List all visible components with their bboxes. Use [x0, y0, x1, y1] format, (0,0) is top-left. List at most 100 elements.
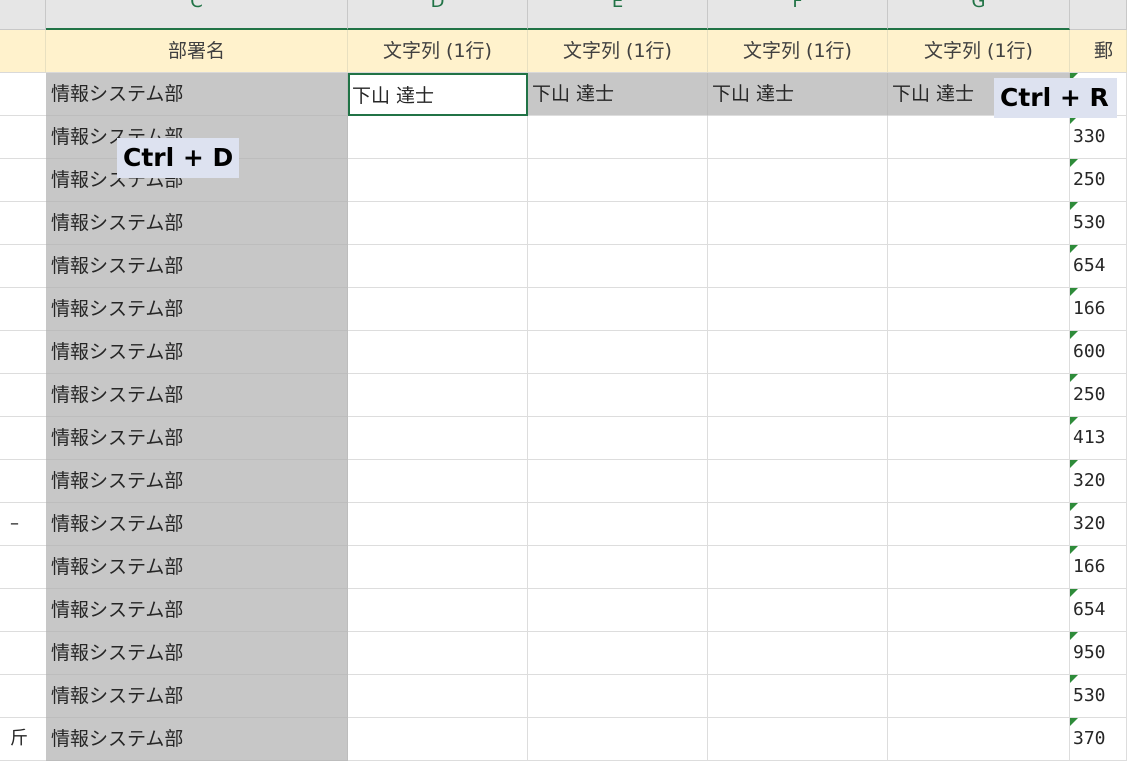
empty-cell-e[interactable]	[528, 331, 708, 374]
empty-cell-d[interactable]	[348, 116, 528, 159]
empty-cell-g[interactable]	[888, 417, 1070, 460]
dept-cell[interactable]: 情報システム部	[46, 245, 348, 288]
header-cell-d[interactable]: 文字列 (1行)	[348, 30, 528, 73]
empty-cell-g[interactable]	[888, 546, 1070, 589]
empty-cell-e[interactable]	[528, 589, 708, 632]
dept-cell[interactable]: 情報システム部	[46, 374, 348, 417]
empty-cell-f[interactable]	[708, 632, 888, 675]
column-header-e[interactable]: E	[528, 0, 708, 30]
empty-cell-e[interactable]	[528, 417, 708, 460]
empty-cell-e[interactable]	[528, 718, 708, 761]
empty-cell-e[interactable]	[528, 374, 708, 417]
dept-cell[interactable]: 情報システム部	[46, 288, 348, 331]
column-header-h[interactable]	[1070, 0, 1127, 30]
postal-cell[interactable]: 250	[1070, 374, 1127, 417]
empty-cell-g[interactable]	[888, 159, 1070, 202]
postal-cell[interactable]: 654	[1070, 245, 1127, 288]
dept-cell[interactable]: 情報システム部	[46, 589, 348, 632]
empty-cell-f[interactable]	[708, 589, 888, 632]
empty-cell-f[interactable]	[708, 202, 888, 245]
postal-cell[interactable]: 166	[1070, 288, 1127, 331]
empty-cell-g[interactable]	[888, 202, 1070, 245]
postal-cell[interactable]: 530	[1070, 202, 1127, 245]
empty-cell-g[interactable]	[888, 288, 1070, 331]
empty-cell-e[interactable]	[528, 546, 708, 589]
postal-cell[interactable]: 320	[1070, 503, 1127, 546]
postal-cell[interactable]: 320	[1070, 460, 1127, 503]
header-cell-e[interactable]: 文字列 (1行)	[528, 30, 708, 73]
dept-cell[interactable]: 情報システム部	[46, 460, 348, 503]
empty-cell-g[interactable]	[888, 116, 1070, 159]
empty-cell-f[interactable]	[708, 718, 888, 761]
empty-cell-f[interactable]	[708, 417, 888, 460]
empty-cell-d[interactable]	[348, 202, 528, 245]
empty-cell-f[interactable]	[708, 675, 888, 718]
corner-select-all[interactable]	[0, 0, 46, 30]
dept-cell[interactable]: 情報システム部	[46, 331, 348, 374]
empty-cell-d[interactable]	[348, 675, 528, 718]
header-cell-f[interactable]: 文字列 (1行)	[708, 30, 888, 73]
empty-cell-f[interactable]	[708, 331, 888, 374]
empty-cell-d[interactable]	[348, 245, 528, 288]
dept-cell[interactable]: 情報システム部	[46, 546, 348, 589]
dept-cell[interactable]: 情報システム部	[46, 632, 348, 675]
empty-cell-d[interactable]	[348, 374, 528, 417]
empty-cell-d[interactable]	[348, 417, 528, 460]
empty-cell-f[interactable]	[708, 503, 888, 546]
filled-cell-e[interactable]: 下山 達士	[528, 73, 708, 116]
dept-cell[interactable]: 情報システム部	[46, 718, 348, 761]
empty-cell-d[interactable]	[348, 546, 528, 589]
empty-cell-f[interactable]	[708, 460, 888, 503]
empty-cell-e[interactable]	[528, 503, 708, 546]
empty-cell-e[interactable]	[528, 245, 708, 288]
empty-cell-d[interactable]	[348, 288, 528, 331]
empty-cell-g[interactable]	[888, 632, 1070, 675]
postal-cell[interactable]: 330	[1070, 116, 1127, 159]
header-cell-dept[interactable]: 部署名	[46, 30, 348, 73]
empty-cell-e[interactable]	[528, 202, 708, 245]
postal-cell[interactable]: 654	[1070, 589, 1127, 632]
empty-cell-e[interactable]	[528, 460, 708, 503]
column-header-c[interactable]: C	[46, 0, 348, 30]
column-header-d[interactable]: D	[348, 0, 528, 30]
filled-cell-f[interactable]: 下山 達士	[708, 73, 888, 116]
empty-cell-f[interactable]	[708, 159, 888, 202]
empty-cell-f[interactable]	[708, 288, 888, 331]
empty-cell-e[interactable]	[528, 288, 708, 331]
empty-cell-g[interactable]	[888, 331, 1070, 374]
postal-cell[interactable]: 530	[1070, 675, 1127, 718]
empty-cell-d[interactable]	[348, 718, 528, 761]
empty-cell-f[interactable]	[708, 374, 888, 417]
postal-cell[interactable]: 413	[1070, 417, 1127, 460]
empty-cell-e[interactable]	[528, 632, 708, 675]
postal-cell[interactable]: 370	[1070, 718, 1127, 761]
column-header-g[interactable]: G	[888, 0, 1070, 30]
active-cell-d[interactable]: 下山 達士	[348, 73, 528, 116]
empty-cell-e[interactable]	[528, 159, 708, 202]
dept-cell[interactable]: 情報システム部	[46, 73, 348, 116]
postal-cell[interactable]: 166	[1070, 546, 1127, 589]
dept-cell[interactable]: 情報システム部	[46, 675, 348, 718]
postal-cell[interactable]: 600	[1070, 331, 1127, 374]
dept-cell[interactable]: 情報システム部	[46, 202, 348, 245]
empty-cell-f[interactable]	[708, 245, 888, 288]
empty-cell-g[interactable]	[888, 245, 1070, 288]
dept-cell[interactable]: 情報システム部	[46, 417, 348, 460]
empty-cell-g[interactable]	[888, 718, 1070, 761]
column-header-f[interactable]: F	[708, 0, 888, 30]
empty-cell-d[interactable]	[348, 589, 528, 632]
header-cell-g[interactable]: 文字列 (1行)	[888, 30, 1070, 73]
empty-cell-g[interactable]	[888, 374, 1070, 417]
empty-cell-f[interactable]	[708, 116, 888, 159]
empty-cell-e[interactable]	[528, 116, 708, 159]
empty-cell-g[interactable]	[888, 460, 1070, 503]
dept-cell[interactable]: 情報システム部	[46, 503, 348, 546]
empty-cell-d[interactable]	[348, 460, 528, 503]
empty-cell-e[interactable]	[528, 675, 708, 718]
header-cell-h[interactable]: 郵	[1070, 30, 1127, 73]
empty-cell-g[interactable]	[888, 503, 1070, 546]
empty-cell-d[interactable]	[348, 159, 528, 202]
empty-cell-d[interactable]	[348, 632, 528, 675]
empty-cell-g[interactable]	[888, 675, 1070, 718]
empty-cell-f[interactable]	[708, 546, 888, 589]
